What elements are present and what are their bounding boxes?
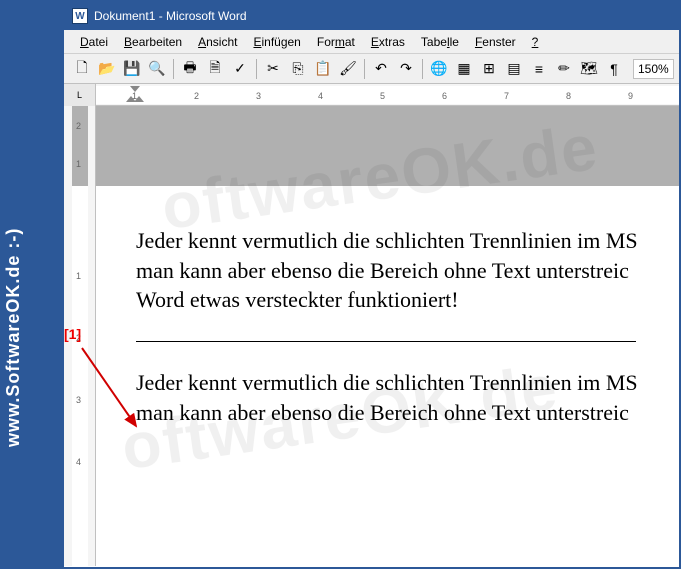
menu-bearbeiten[interactable]: Bearbeiten: [118, 33, 188, 51]
search-icon[interactable]: 🔍: [145, 57, 169, 81]
horizontal-separator-line: [136, 341, 636, 342]
ruler-number: 2: [194, 91, 199, 101]
ruler-number: 3: [256, 91, 261, 101]
copy-icon[interactable]: ⎘: [286, 57, 310, 81]
annotation-number: [1]: [64, 326, 81, 342]
toolbar-separator: [364, 59, 365, 79]
branding-text: www.SoftwareOK.de :-): [3, 228, 24, 447]
menu-extras[interactable]: Extras: [365, 33, 411, 51]
excel-icon[interactable]: ▤: [502, 57, 526, 81]
columns-icon[interactable]: ≡: [527, 57, 551, 81]
save-icon[interactable]: 💾: [120, 57, 144, 81]
doc-map-icon[interactable]: 🗺: [577, 57, 601, 81]
print-preview-icon[interactable]: 🗎: [203, 57, 227, 81]
format-painter-icon[interactable]: 🖌: [336, 57, 360, 81]
menu-ansicht[interactable]: Ansicht: [192, 33, 243, 51]
insert-hyperlink-icon[interactable]: 🌐: [427, 57, 451, 81]
document-area: 211234 Jeder kennt vermutlich die schlic…: [64, 106, 679, 566]
branding-sidebar: www.SoftwareOK.de :-): [2, 2, 64, 567]
zoom-combo[interactable]: 150%: [633, 59, 674, 79]
tab-align-button[interactable]: L: [64, 84, 96, 106]
annotation-callout: [1]: [64, 326, 81, 344]
vruler-number: 1: [76, 159, 81, 169]
ruler-number: 8: [566, 91, 571, 101]
ruler-number: 9: [628, 91, 633, 101]
horizontal-ruler-area: L 1 2 3 4 5 6 7 8 9: [64, 84, 679, 106]
menu-tabelle[interactable]: Tabelle: [415, 33, 465, 51]
menu-einfügen[interactable]: Einfügen: [247, 33, 306, 51]
document-page[interactable]: Jeder kennt vermutlich die schlichten Tr…: [96, 186, 679, 427]
drawing-icon[interactable]: ✏: [552, 57, 576, 81]
tables-icon[interactable]: ▦: [452, 57, 476, 81]
menu-format[interactable]: Format: [311, 33, 361, 51]
horizontal-ruler[interactable]: 1 2 3 4 5 6 7 8 9: [96, 84, 679, 106]
menubar: DateiBearbeitenAnsichtEinfügen FormatExtr…: [64, 30, 679, 54]
ruler-number: 6: [442, 91, 447, 101]
paragraph-2[interactable]: Jeder kennt vermutlich die schlichten Tr…: [136, 368, 679, 427]
menu-datei[interactable]: Datei: [74, 33, 114, 51]
new-doc-icon[interactable]: 🗋: [70, 57, 94, 81]
window-title: Dokument1 - Microsoft Word: [94, 9, 247, 23]
redo-icon[interactable]: ↷: [394, 57, 418, 81]
toolbar-separator: [422, 59, 423, 79]
vruler-number: 2: [76, 121, 81, 131]
paragraph-1[interactable]: Jeder kennt vermutlich die schlichten Tr…: [136, 226, 679, 315]
menu-fenster[interactable]: Fenster: [469, 33, 522, 51]
ruler-number: 1: [132, 91, 137, 101]
titlebar: W Dokument1 - Microsoft Word: [64, 2, 679, 30]
annotation-arrow-icon: [78, 344, 158, 444]
menu-?[interactable]: ?: [526, 33, 545, 51]
insert-table-icon[interactable]: ⊞: [477, 57, 501, 81]
ruler-number: 5: [380, 91, 385, 101]
page-margin-gap: [96, 106, 679, 186]
cut-icon[interactable]: ✂: [261, 57, 285, 81]
open-icon[interactable]: 📂: [95, 57, 119, 81]
toolbar-separator: [256, 59, 257, 79]
ruler-number: 7: [504, 91, 509, 101]
toolbar: 🗋📂💾🔍 🖶🗎✓ ✂⎘📋🖌 ↶↷ 🌐▦⊞▤≡✏🗺¶ 150%: [64, 54, 679, 84]
show-marks-icon[interactable]: ¶: [602, 57, 626, 81]
toolbar-separator: [173, 59, 174, 79]
app-icon: W: [72, 8, 88, 24]
undo-icon[interactable]: ↶: [369, 57, 393, 81]
paste-icon[interactable]: 📋: [311, 57, 335, 81]
spellcheck-icon[interactable]: ✓: [228, 57, 252, 81]
print-icon[interactable]: 🖶: [178, 57, 202, 81]
vruler-number: 1: [76, 271, 81, 281]
vruler-number: 4: [76, 457, 81, 467]
ruler-number: 4: [318, 91, 323, 101]
